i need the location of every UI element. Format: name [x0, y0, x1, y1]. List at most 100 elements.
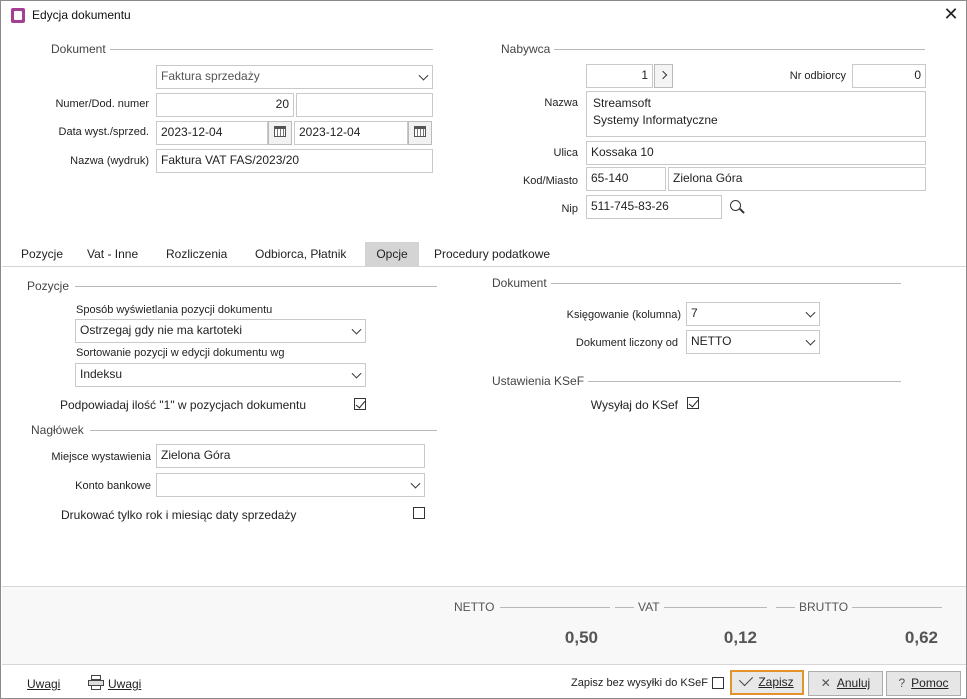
close-icon[interactable]: ✕ [939, 4, 963, 26]
search-icon[interactable] [730, 200, 741, 211]
tab-procedury-podatkowe[interactable]: Procedury podatkowe [426, 243, 558, 265]
calendar-icon [274, 126, 286, 137]
calendar-icon [414, 126, 426, 137]
nip-field[interactable]: 511-745-83-26 [586, 195, 722, 219]
vat-label: VAT [634, 600, 664, 614]
naglowek-divider [31, 430, 437, 431]
kod-field[interactable]: 65-140 [586, 167, 666, 191]
dokument-opcje-title: Dokument [488, 276, 551, 290]
title-bar: Edycja dokumentu ✕ [1, 1, 966, 30]
sposob-value: Ostrzegaj gdy nie ma kartoteki [80, 323, 243, 337]
nazwa-field[interactable]: Faktura VAT FAS/2023/20 [156, 149, 433, 173]
check-icon [739, 672, 754, 687]
nazwa-label: Nazwa (wydruk) [70, 155, 149, 167]
printer-icon[interactable] [88, 675, 104, 690]
nr-odbiorcy-field[interactable]: 0 [852, 64, 926, 88]
pomoc-button[interactable]: ? Pomoc [886, 671, 961, 696]
calendar-button[interactable] [408, 121, 432, 145]
doc-type-value: Faktura sprzedaży [161, 69, 260, 83]
chevron-down-icon [805, 335, 816, 346]
data-wyst-field[interactable]: 2023-12-04 [156, 121, 268, 145]
anuluj-button[interactable]: ✕ Anuluj [808, 671, 883, 696]
pozycje-divider [27, 286, 437, 287]
chevron-down-icon [805, 307, 816, 318]
help-icon: ? [898, 676, 906, 690]
konto-label: Konto bankowe [75, 480, 151, 492]
nazwa-line-1: Streamsoft [593, 96, 652, 110]
liczony-value: NETTO [691, 334, 732, 348]
uwagi-print-link[interactable]: Uwagi [108, 677, 141, 691]
window-title: Edycja dokumentu [32, 8, 131, 22]
drukowac-label: Drukować tylko rok i miesiąc daty sprzed… [61, 508, 297, 522]
miejsce-label: Miejsce wystawienia [51, 451, 151, 463]
data-sprzed-field[interactable]: 2023-12-04 [294, 121, 408, 145]
dod-numer-field[interactable] [296, 93, 433, 117]
chevron-down-icon [418, 70, 429, 81]
printer-tray-shape [91, 685, 101, 690]
konto-select[interactable] [156, 473, 425, 497]
podpowiadaj-label: Podpowiadaj ilość "1" w pozycjach dokume… [60, 398, 306, 412]
nabywca-section-title: Nabywca [497, 42, 555, 56]
document-icon [11, 8, 25, 23]
sortowanie-select[interactable]: Indeksu [75, 363, 366, 387]
anuluj-button-label: Anuluj [836, 676, 871, 690]
chevron-down-icon [351, 324, 362, 335]
document-edit-window: Edycja dokumentu ✕ Dokument Faktura sprz… [0, 0, 967, 699]
zapisz-bez-checkbox[interactable] [712, 677, 724, 689]
tab-pozycje[interactable]: Pozycje [13, 243, 71, 265]
sposob-select[interactable]: Ostrzegaj gdy nie ma kartoteki [75, 319, 366, 343]
pozycje-section-title: Pozycje [27, 279, 76, 293]
pomoc-button-label: Pomoc [911, 676, 949, 690]
brutto-value: 0,62 [904, 628, 938, 647]
drukowac-checkbox[interactable] [413, 507, 425, 519]
ulica-field[interactable]: Kossaka 10 [586, 141, 926, 165]
liczony-label: Dokument liczony od [575, 337, 678, 349]
uwagi-link[interactable]: Uwagi [27, 677, 60, 691]
dokument-section-title: Dokument [47, 42, 110, 56]
sposob-label: Sposób wyświetlania pozycji dokumentu [76, 304, 273, 316]
nabywca-nazwa-label: Nazwa [544, 97, 578, 109]
ksiegowanie-label: Księgowanie (kolumna) [566, 309, 681, 321]
ksiegowanie-value: 7 [691, 306, 698, 320]
summary-panel [2, 586, 966, 664]
ksiegowanie-select[interactable]: 7 [686, 302, 820, 326]
liczony-select[interactable]: NETTO [686, 330, 820, 354]
tab-opcje[interactable]: Opcje [365, 242, 419, 267]
sortowanie-label: Sortowanie pozycji w edycji dokumentu wg [76, 347, 285, 359]
brutto-label: BRUTTO [795, 600, 853, 614]
netto-label: NETTO [454, 600, 501, 614]
zapisz-button[interactable]: Zapisz [730, 670, 804, 695]
miejsce-field[interactable]: Zielona Góra [156, 444, 425, 468]
tabs-divider [2, 266, 966, 267]
uwagi-print-link-text: Uwagi [108, 677, 142, 691]
ksef-section-title: Ustawienia KSeF [488, 374, 589, 388]
podpowiadaj-checkbox[interactable] [354, 398, 366, 410]
kod-miasto-label: Kod/Miasto [522, 175, 578, 187]
nip-label: Nip [561, 203, 578, 215]
ulica-label: Ulica [553, 147, 578, 159]
kontrahent-number-field[interactable]: 1 [586, 64, 653, 88]
nabywca-divider [497, 49, 925, 50]
numer-label: Numer/Dod. numer [55, 98, 149, 110]
tab-rozliczenia[interactable]: Rozliczenia [158, 243, 235, 265]
numer-field[interactable]: 20 [156, 93, 294, 117]
vat-value: 0,12 [723, 628, 757, 647]
wysylaj-label: Wysyłaj do KSef [590, 398, 678, 412]
wysylaj-checkbox[interactable] [687, 397, 699, 409]
nazwa-line-2: Systemy Informatyczne [593, 113, 718, 127]
miasto-field[interactable]: Zielona Góra [668, 167, 926, 191]
nabywca-nazwa-field[interactable]: Streamsoft Systemy Informatyczne [586, 91, 926, 137]
calendar-button[interactable] [268, 121, 292, 145]
tab-vat-inne[interactable]: Vat - Inne [79, 243, 146, 265]
zapisz-button-label: Zapisz [758, 675, 794, 689]
chevron-down-icon [351, 368, 362, 379]
chevron-down-icon [410, 478, 421, 489]
sortowanie-value: Indeksu [80, 367, 123, 381]
naglowek-section-title: Nagłówek [31, 423, 90, 437]
netto-value: 0,50 [564, 628, 598, 647]
uwagi-link-text: Uwagi [27, 677, 61, 691]
tab-odbiorca-platnik[interactable]: Odbiorca, Płatnik [247, 243, 354, 265]
data-label: Data wyst./sprzed. [58, 126, 149, 138]
next-arrow-icon[interactable] [654, 64, 673, 88]
doc-type-select[interactable]: Faktura sprzedaży [156, 65, 433, 89]
